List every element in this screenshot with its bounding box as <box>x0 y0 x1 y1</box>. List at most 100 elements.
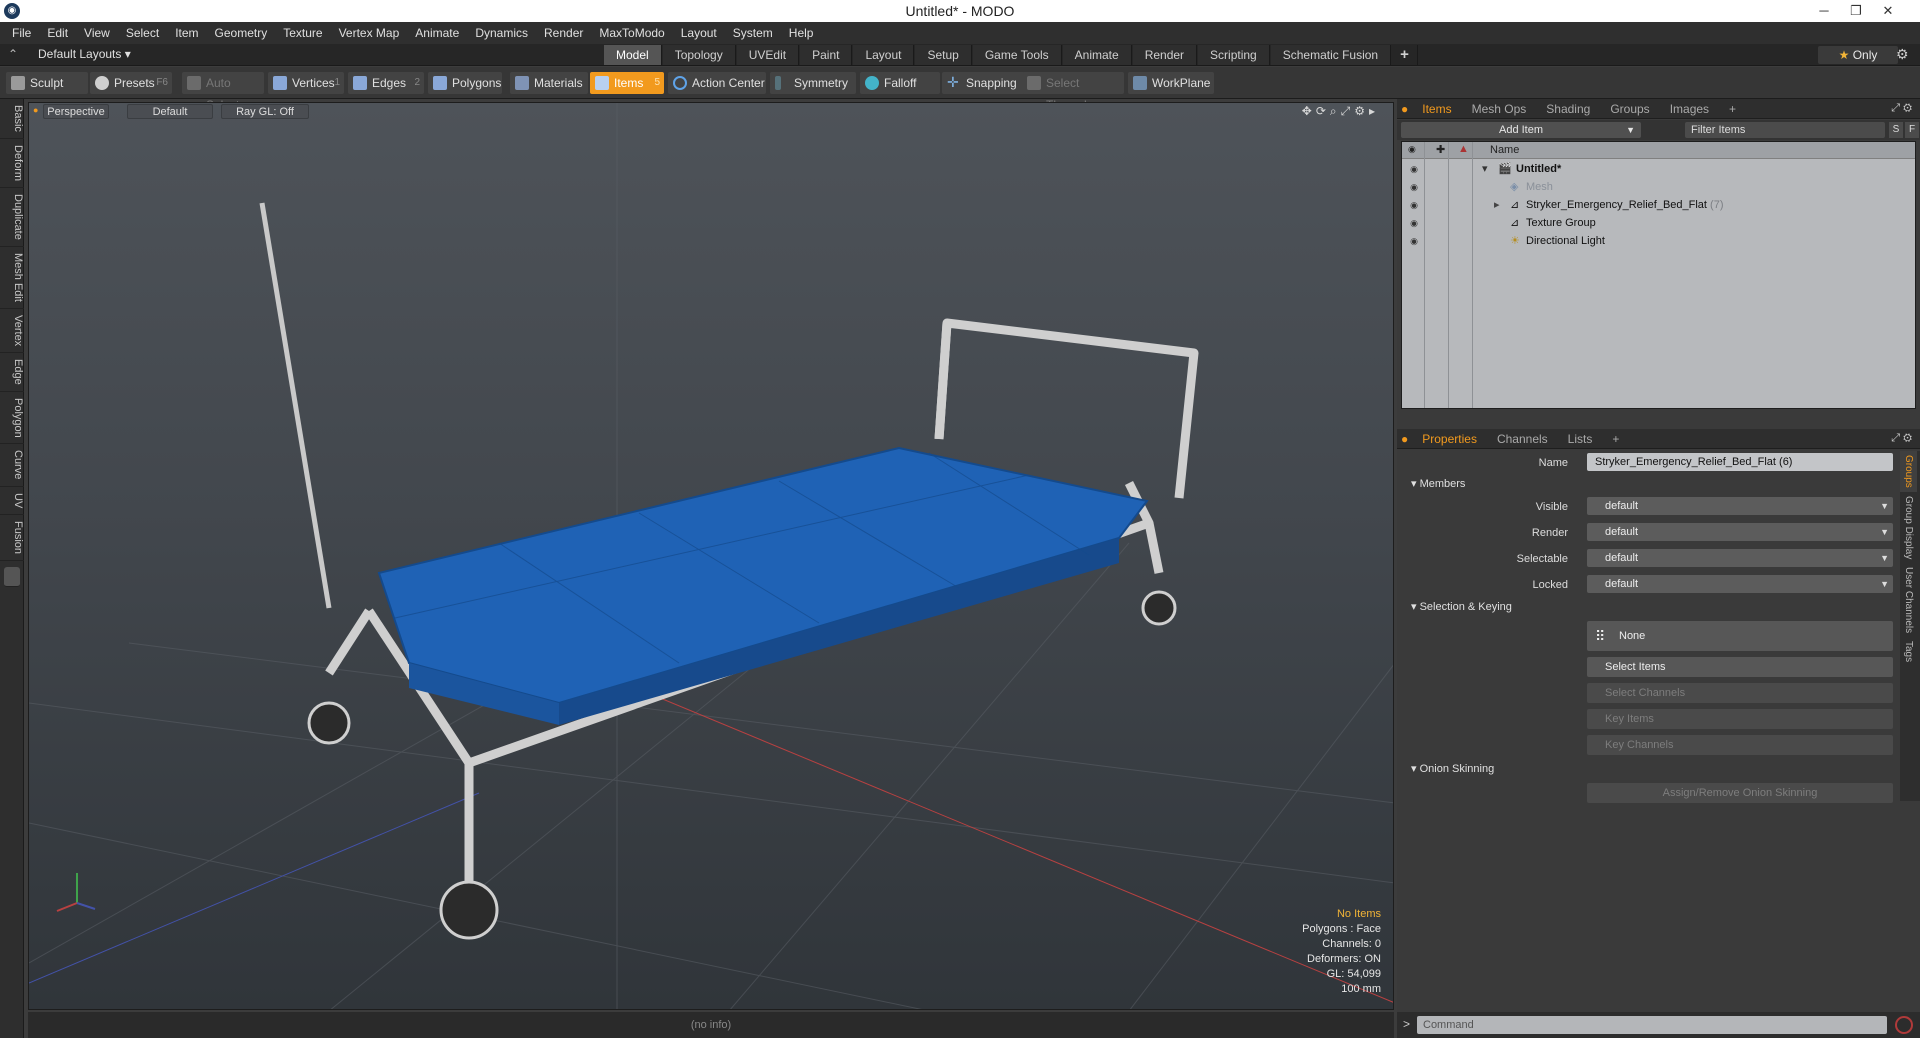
tab-lists[interactable]: Lists <box>1558 429 1603 449</box>
raygl-button[interactable]: Ray GL: Off <box>221 104 309 119</box>
tab-scripting[interactable]: Scripting <box>1198 45 1270 65</box>
visibility-eye-icon[interactable]: ◉ <box>1408 160 1420 178</box>
locked-dropdown[interactable]: default ▼ <box>1587 575 1893 593</box>
left-tab-basic[interactable]: Basic <box>0 99 24 139</box>
name-field[interactable]: Stryker_Emergency_Relief_Bed_Flat (6) <box>1587 453 1893 471</box>
edges-button[interactable]: Edges 2 <box>348 72 424 94</box>
visibility-eye-icon[interactable]: ◉ <box>1408 232 1420 250</box>
tab-channels[interactable]: Channels <box>1487 429 1558 449</box>
add-item-button[interactable]: Add Item ▼ <box>1401 122 1641 138</box>
side-tab-tags[interactable]: Tags <box>1900 637 1917 666</box>
tab-game-tools[interactable]: Game Tools <box>972 45 1062 65</box>
tab-layout[interactable]: Layout <box>853 45 915 65</box>
tab-setup[interactable]: Setup <box>915 45 972 65</box>
menu-layout[interactable]: Layout <box>673 26 725 40</box>
gear-icon[interactable]: ⚙ <box>1896 46 1909 63</box>
layout-collapse-icon[interactable]: ⌃ <box>8 47 18 61</box>
menu-texture[interactable]: Texture <box>275 26 330 40</box>
items-button[interactable]: Items 5 <box>590 72 664 94</box>
left-tab-fusion[interactable]: Fusion <box>0 515 24 562</box>
left-tab-edge[interactable]: Edge <box>0 353 24 392</box>
layout-selector[interactable]: Default Layouts ▾ <box>38 47 131 61</box>
record-icon[interactable] <box>1895 1016 1913 1034</box>
menu-render[interactable]: Render <box>536 26 591 40</box>
tree-row-directional-light[interactable]: ◉ ☀ Directional Light <box>1402 232 1915 250</box>
command-input[interactable]: Command <box>1417 1016 1887 1034</box>
tab-schematic-fusion[interactable]: Schematic Fusion <box>1270 45 1392 65</box>
select-through-button[interactable]: Select Through <box>1022 72 1124 112</box>
tab-mesh-ops[interactable]: Mesh Ops <box>1462 99 1537 119</box>
close-button[interactable]: ✕ <box>1874 1 1902 21</box>
left-tab-uv[interactable]: UV <box>0 487 24 516</box>
visibility-eye-icon[interactable]: ◉ <box>1408 178 1420 196</box>
key-channels-button[interactable]: Key Channels <box>1587 735 1893 755</box>
tab-uvedit[interactable]: UVEdit <box>736 45 800 65</box>
left-tab-mesh-edit[interactable]: Mesh Edit <box>0 247 24 309</box>
tab-paint[interactable]: Paint <box>800 45 853 65</box>
menu-maxtomodo[interactable]: MaxToModo <box>591 26 672 40</box>
visibility-eye-icon[interactable]: ◉ <box>1408 214 1420 232</box>
filter-f-button[interactable]: F <box>1905 122 1919 138</box>
assign-onion-skinning-button[interactable]: Assign/Remove Onion Skinning <box>1587 783 1893 803</box>
select-channels-button[interactable]: Select Channels <box>1587 683 1893 703</box>
restore-button[interactable]: ❐ <box>1842 1 1870 21</box>
tree-row-untitled[interactable]: ◉ ▾ 🎬 Untitled* <box>1402 160 1915 178</box>
menu-view[interactable]: View <box>76 26 118 40</box>
minimize-button[interactable]: ─ <box>1810 1 1838 21</box>
panel-menu-icon[interactable]: ● <box>1397 99 1412 119</box>
side-tab-user-channels[interactable]: User Channels <box>1900 563 1917 637</box>
add-tab-button[interactable]: + <box>1392 45 1418 65</box>
polygons-button[interactable]: Polygons <box>428 72 502 94</box>
view-mode-button[interactable]: Perspective <box>43 104 109 119</box>
panel-menu-icon[interactable]: ● <box>1397 429 1412 449</box>
materials-button[interactable]: Materials <box>510 72 588 94</box>
menu-vertex-map[interactable]: Vertex Map <box>331 26 408 40</box>
panel-window-icons[interactable]: ⤢ ⚙ <box>1891 432 1912 445</box>
menu-select[interactable]: Select <box>118 26 167 40</box>
tab-topology[interactable]: Topology <box>662 45 736 65</box>
visible-dropdown[interactable]: default ▼ <box>1587 497 1893 515</box>
menu-edit[interactable]: Edit <box>39 26 76 40</box>
action-center-button[interactable]: Action Center <box>668 72 766 94</box>
tree-row-mesh[interactable]: ◉ ◈ Mesh <box>1402 178 1915 196</box>
select-items-button[interactable]: Select Items <box>1587 657 1893 677</box>
tab-render[interactable]: Render <box>1132 45 1198 65</box>
auto-select-button[interactable]: Auto Select <box>182 72 264 112</box>
snapping-button[interactable]: ✛ Snapping <box>942 72 1026 94</box>
sculpt-button[interactable]: Sculpt <box>6 72 88 94</box>
tab-images[interactable]: Images <box>1660 99 1719 119</box>
filter-items-input[interactable]: Filter Items <box>1685 122 1885 138</box>
presets-button[interactable]: Presets F6 <box>90 72 172 94</box>
left-tab-vertex[interactable]: Vertex <box>0 309 24 353</box>
menu-animate[interactable]: Animate <box>407 26 467 40</box>
name-column-header[interactable]: Name <box>1490 144 1519 156</box>
selection-keying-section-header[interactable]: ▾ Selection & Keying <box>1401 599 1911 615</box>
tab-groups[interactable]: Groups <box>1600 99 1659 119</box>
menu-item[interactable]: Item <box>167 26 206 40</box>
left-tab-curve[interactable]: Curve <box>0 444 24 487</box>
add-panel-tab-button[interactable]: + <box>1719 99 1746 119</box>
workplane-button[interactable]: WorkPlane <box>1128 72 1214 94</box>
item-list[interactable]: ◉ ✚ ▲ Name ◉ ▾ 🎬 Untitled* ◉ ◈ Mesh ◉ ▸ … <box>1401 141 1916 409</box>
add-panel-tab-button[interactable]: + <box>1602 429 1629 449</box>
shading-mode-button[interactable]: Default <box>127 104 213 119</box>
members-section-header[interactable]: ▾ Members <box>1401 476 1911 492</box>
symmetry-button[interactable]: Symmetry <box>770 72 856 94</box>
onion-skinning-section-header[interactable]: ▾ Onion Skinning <box>1401 761 1911 777</box>
tab-model[interactable]: Model <box>604 45 662 65</box>
expand-arrow-icon[interactable]: ▸ <box>1494 196 1500 214</box>
left-panel-toggle[interactable] <box>4 567 20 588</box>
panel-window-icons[interactable]: ⤢ ⚙ <box>1891 102 1912 115</box>
visibility-eye-icon[interactable]: ◉ <box>1408 196 1420 214</box>
menu-geometry[interactable]: Geometry <box>207 26 276 40</box>
viewport-nav-icons[interactable]: ✥⟳⌕⤢⚙▸ <box>1302 104 1379 119</box>
left-tab-deform[interactable]: Deform <box>0 139 24 188</box>
left-tab-polygon[interactable]: Polygon <box>0 392 24 445</box>
filter-s-button[interactable]: S <box>1889 122 1903 138</box>
3d-viewport[interactable]: ● Perspective Default Ray GL: Off ✥⟳⌕⤢⚙▸… <box>28 102 1394 1010</box>
none-button[interactable]: ⠿ None <box>1587 621 1893 651</box>
tab-shading[interactable]: Shading <box>1536 99 1600 119</box>
expand-arrow-icon[interactable]: ▾ <box>1482 160 1488 178</box>
tree-row-stryker-group[interactable]: ◉ ▸ ⊿ Stryker_Emergency_Relief_Bed_Flat … <box>1402 196 1915 214</box>
tab-properties[interactable]: Properties <box>1412 429 1487 449</box>
